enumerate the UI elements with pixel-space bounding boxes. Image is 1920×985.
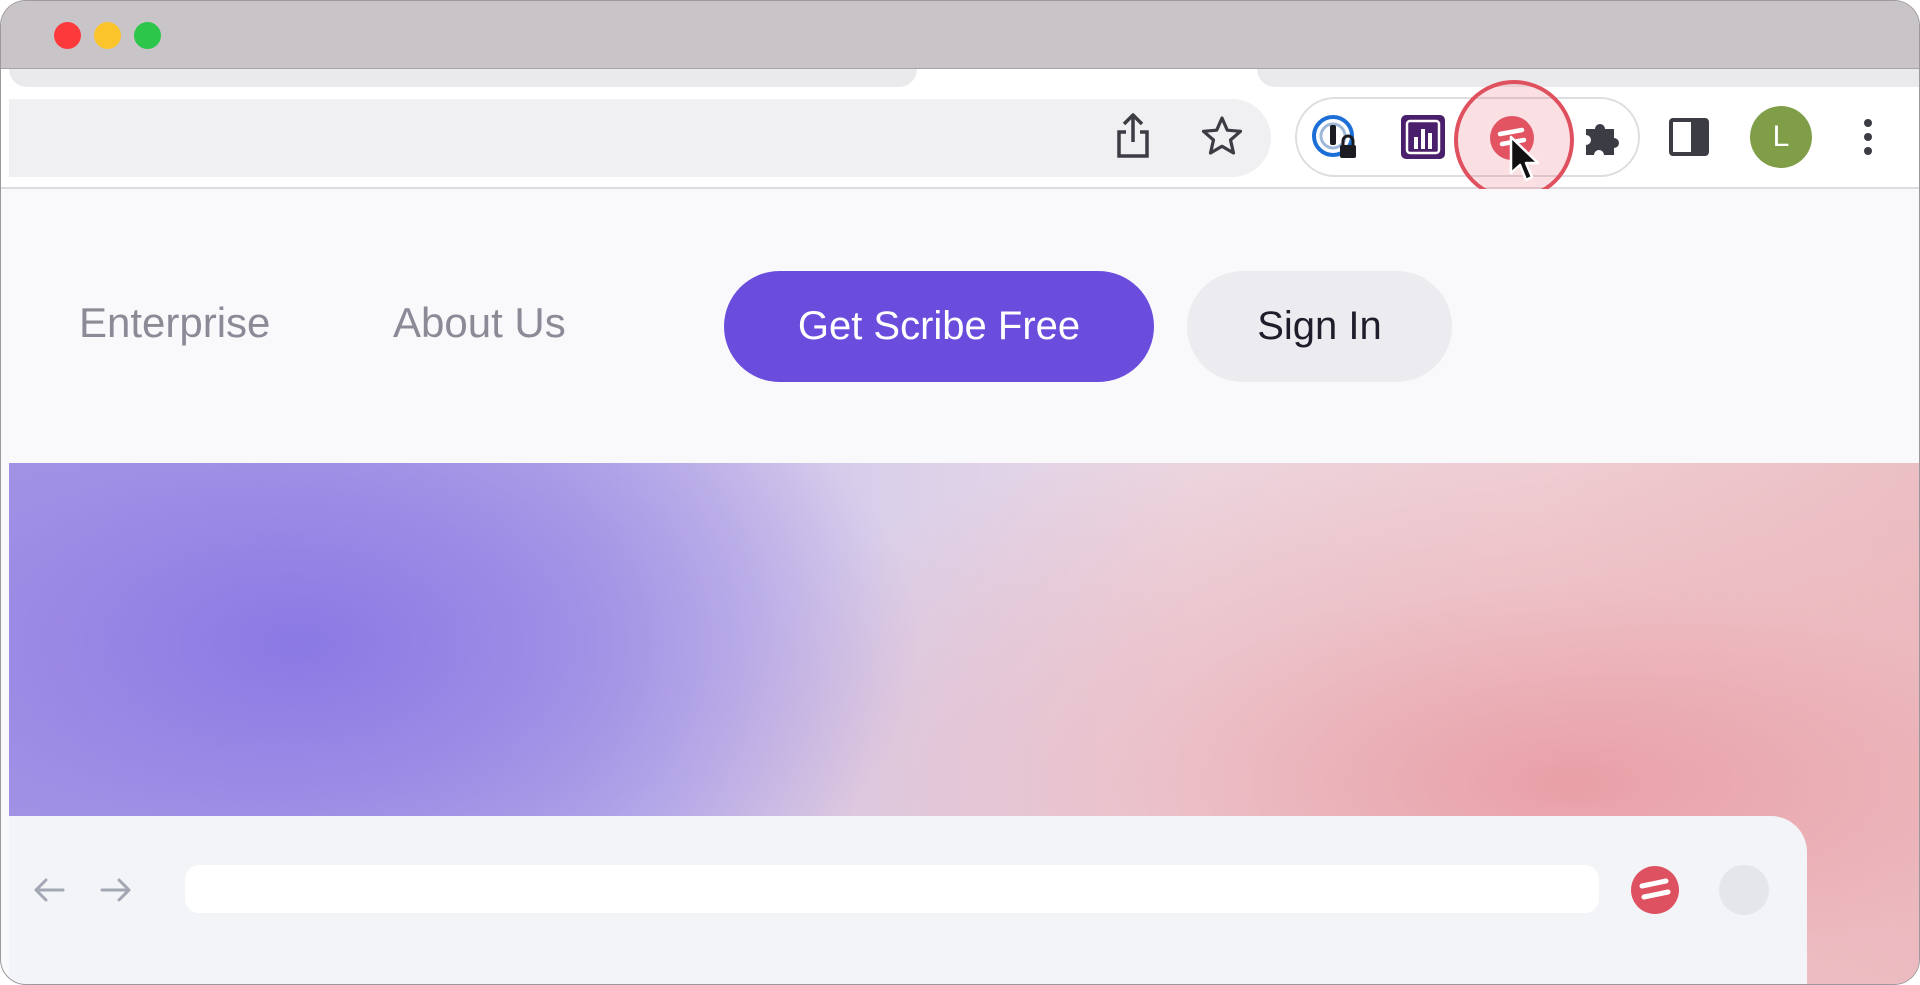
tab-strip — [1, 69, 1919, 87]
inactive-tab-right[interactable] — [1257, 69, 1919, 87]
browser-window: L Enterprise About Us Get Scribe Free Si… — [0, 0, 1920, 985]
browser-toolbar: L — [1, 80, 1919, 200]
sign-in-button[interactable]: Sign In — [1187, 271, 1452, 382]
extensions-puzzle-icon[interactable] — [1578, 113, 1626, 161]
mock-profile-placeholder — [1719, 865, 1769, 915]
scribe-logo-icon — [1629, 864, 1681, 916]
hero-mock-browser — [9, 816, 1807, 984]
more-menu-icon[interactable] — [1853, 115, 1883, 159]
1password-icon[interactable] — [1311, 113, 1361, 163]
close-window-button[interactable] — [54, 22, 81, 49]
inactive-tab-left[interactable] — [9, 69, 917, 87]
back-arrow-icon — [31, 872, 67, 908]
title-bar — [1, 1, 1919, 69]
avatar-initial: L — [1772, 120, 1790, 153]
forward-arrow-icon — [98, 872, 134, 908]
maximize-window-button[interactable] — [134, 22, 161, 49]
bookmark-star-icon[interactable] — [1197, 111, 1247, 161]
mock-address-bar — [185, 865, 1599, 913]
share-icon[interactable] — [1111, 111, 1155, 161]
analytics-extension-icon[interactable] — [1399, 113, 1447, 161]
nav-link-enterprise[interactable]: Enterprise — [79, 299, 270, 347]
profile-avatar[interactable]: L — [1750, 106, 1812, 168]
site-navigation: Enterprise About Us Get Scribe Free Sign… — [1, 189, 1919, 463]
get-scribe-free-button[interactable]: Get Scribe Free — [724, 271, 1154, 382]
address-bar[interactable] — [9, 99, 1271, 177]
minimize-window-button[interactable] — [94, 22, 121, 49]
mouse-cursor-icon — [1508, 135, 1540, 183]
nav-link-about-us[interactable]: About Us — [393, 299, 566, 347]
side-panel-icon[interactable] — [1667, 115, 1711, 159]
